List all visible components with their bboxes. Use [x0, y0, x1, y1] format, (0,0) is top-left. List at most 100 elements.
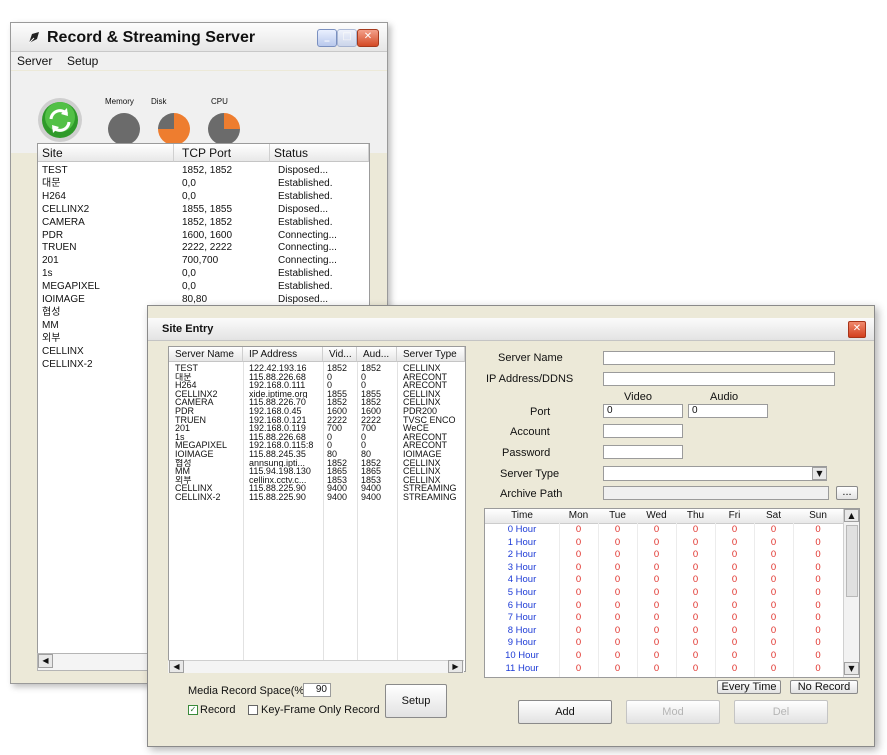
table-row[interactable]: MEGAPIXEL 0,0 Established.	[38, 281, 369, 294]
schedule-cell[interactable]: 0	[793, 524, 843, 535]
scroll-thumb[interactable]	[846, 525, 858, 597]
col-header-status[interactable]: Status	[270, 144, 369, 162]
ip-address-field[interactable]	[603, 372, 835, 386]
chevron-down-icon[interactable]: ▼	[812, 467, 827, 480]
table-row[interactable]: CELLINX2 1855, 1855 Disposed...	[38, 204, 369, 217]
schedule-cell[interactable]: 0	[637, 650, 676, 661]
schedule-cell[interactable]: 0	[715, 637, 754, 648]
schedule-cell[interactable]: 0	[754, 587, 793, 598]
schedule-cell[interactable]: 0	[676, 637, 715, 648]
maximize-button[interactable]: □	[337, 29, 357, 47]
col-header-server-type[interactable]: Server Type	[397, 347, 465, 362]
record-schedule-grid[interactable]: Time Mon Tue Wed Thu Fri Sat Sun 0 Hour 0 0 0 0 0 0 0 1…	[484, 508, 860, 678]
scroll-up-arrow-icon[interactable]: ▲	[844, 509, 859, 522]
col-header-video[interactable]: Vid...	[323, 347, 357, 362]
schedule-cell[interactable]: 0	[754, 562, 793, 573]
schedule-cell[interactable]: 0	[754, 524, 793, 535]
del-button[interactable]: Del	[734, 700, 828, 724]
table-row[interactable]: 1s 0,0 Established.	[38, 268, 369, 281]
schedule-cell[interactable]: 0	[637, 637, 676, 648]
table-row[interactable]: TRUEN 2222, 2222 Connecting...	[38, 242, 369, 255]
schedule-cell[interactable]: 0	[715, 612, 754, 623]
schedule-cell[interactable]: 0	[559, 549, 598, 560]
browse-button[interactable]: ...	[836, 486, 858, 500]
schedule-cell[interactable]: 0	[715, 663, 754, 674]
schedule-cell[interactable]: 0	[598, 637, 637, 648]
schedule-cell[interactable]: 0	[676, 524, 715, 535]
dialog-close-button[interactable]: ✕	[848, 321, 866, 338]
schedule-cell[interactable]: 0	[559, 625, 598, 636]
schedule-cell[interactable]: 0	[754, 549, 793, 560]
schedule-cell[interactable]: 0	[754, 537, 793, 548]
schedule-cell[interactable]: 0	[637, 549, 676, 560]
schedule-cell[interactable]: 0	[598, 663, 637, 674]
schedule-vscrollbar[interactable]: ▲ ▼	[843, 509, 859, 677]
schedule-cell[interactable]: 0	[676, 663, 715, 674]
schedule-cell[interactable]: 0	[715, 587, 754, 598]
schedule-cell[interactable]: 0	[676, 587, 715, 598]
media-record-space-field[interactable]: 90	[303, 683, 331, 697]
schedule-cell[interactable]: 0	[715, 574, 754, 585]
account-field[interactable]	[603, 424, 683, 438]
schedule-cell[interactable]: 0	[715, 562, 754, 573]
server-list-hscrollbar[interactable]: ◀ ▶	[168, 660, 464, 673]
scroll-right-arrow-icon[interactable]: ▶	[448, 660, 463, 673]
add-button[interactable]: Add	[518, 700, 612, 724]
schedule-cell[interactable]: 0	[637, 663, 676, 674]
schedule-cell[interactable]: 0	[754, 612, 793, 623]
schedule-cell[interactable]: 0	[793, 637, 843, 648]
table-row[interactable]: 201 700,700 Connecting...	[38, 255, 369, 268]
main-title-bar[interactable]: Record & Streaming Server _ □ ✕	[11, 23, 387, 52]
schedule-cell[interactable]: 0	[559, 650, 598, 661]
schedule-cell[interactable]: 0	[559, 637, 598, 648]
schedule-cell[interactable]: 0	[793, 587, 843, 598]
minimize-button[interactable]: _	[317, 29, 337, 47]
col-header-site[interactable]: Site	[38, 144, 174, 162]
schedule-cell[interactable]: 0	[754, 637, 793, 648]
schedule-cell[interactable]: 0	[637, 600, 676, 611]
server-list[interactable]: Server Name IP Address Vid... Aud... Ser…	[168, 346, 466, 672]
table-row[interactable]: H264 0,0 Established.	[38, 191, 369, 204]
setup-button[interactable]: Setup	[385, 684, 447, 718]
close-button[interactable]: ✕	[357, 29, 379, 47]
schedule-cell[interactable]: 0	[793, 562, 843, 573]
password-field[interactable]	[603, 445, 683, 459]
table-row[interactable]: CELLINX-2 115.88.225.90 9400 9400 STREAMING	[169, 493, 465, 502]
table-row[interactable]: TEST 1852, 1852 Disposed...	[38, 165, 369, 178]
schedule-cell[interactable]: 0	[598, 537, 637, 548]
schedule-cell[interactable]: 0	[637, 612, 676, 623]
audio-port-field[interactable]: 0	[688, 404, 768, 418]
schedule-cell[interactable]: 0	[559, 663, 598, 674]
schedule-cell[interactable]: 0	[754, 663, 793, 674]
dialog-title-bar[interactable]: Site Entry ✕	[148, 318, 874, 341]
schedule-cell[interactable]: 0	[559, 562, 598, 573]
schedule-cell[interactable]: 0	[598, 600, 637, 611]
schedule-cell[interactable]: 0	[715, 524, 754, 535]
schedule-cell[interactable]: 0	[676, 537, 715, 548]
schedule-cell[interactable]: 0	[598, 549, 637, 560]
video-port-field[interactable]: 0	[603, 404, 683, 418]
schedule-cell[interactable]: 0	[676, 562, 715, 573]
schedule-cell[interactable]: 0	[793, 574, 843, 585]
schedule-cell[interactable]: 0	[793, 650, 843, 661]
schedule-cell[interactable]: 0	[676, 549, 715, 560]
schedule-cell[interactable]: 0	[559, 537, 598, 548]
menu-server[interactable]: Server	[17, 54, 52, 68]
schedule-cell[interactable]: 0	[637, 537, 676, 548]
schedule-cell[interactable]: 0	[754, 574, 793, 585]
col-header-ip-address[interactable]: IP Address	[243, 347, 323, 362]
schedule-cell[interactable]: 0	[754, 625, 793, 636]
col-header-tcp-port[interactable]: TCP Port	[174, 144, 270, 162]
menu-setup[interactable]: Setup	[67, 54, 98, 68]
schedule-cell[interactable]: 0	[559, 574, 598, 585]
schedule-cell[interactable]: 0	[559, 587, 598, 598]
refresh-icon[interactable]	[37, 97, 83, 143]
table-row[interactable]: PDR 1600, 1600 Connecting...	[38, 230, 369, 243]
no-record-button[interactable]: No Record	[790, 680, 858, 694]
schedule-cell[interactable]: 0	[754, 650, 793, 661]
schedule-cell[interactable]: 0	[715, 549, 754, 560]
schedule-cell[interactable]: 0	[793, 537, 843, 548]
schedule-cell[interactable]: 0	[676, 650, 715, 661]
schedule-cell[interactable]: 0	[715, 600, 754, 611]
schedule-cell[interactable]: 0	[637, 587, 676, 598]
